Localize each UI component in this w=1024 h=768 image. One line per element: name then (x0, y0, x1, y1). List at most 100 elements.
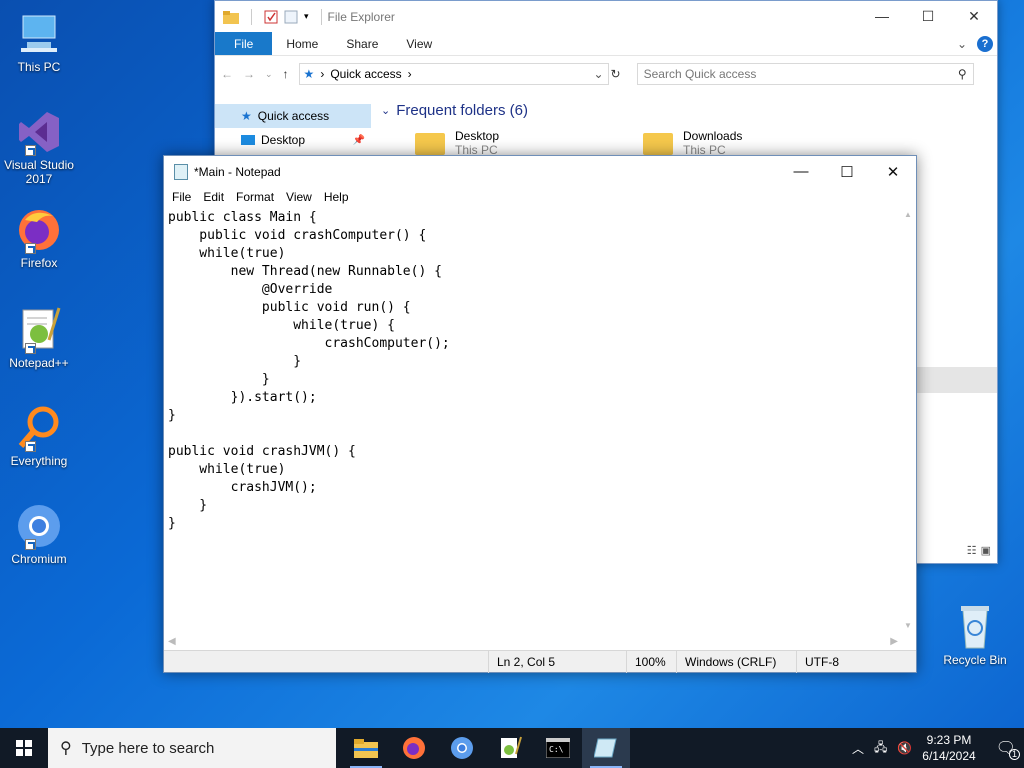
desktop-icon-this-pc[interactable]: This PC (4, 10, 74, 74)
properties-icon[interactable] (264, 10, 278, 24)
menu-help[interactable]: Help (318, 190, 355, 204)
horizontal-scrollbar[interactable]: ◀ ▶ (164, 634, 902, 650)
help-icon[interactable]: ? (977, 35, 993, 52)
back-arrow-icon[interactable]: ← (221, 67, 233, 81)
star-icon: ★ (303, 67, 315, 81)
search-icon: ⚲ (957, 67, 967, 81)
menu-edit[interactable]: Edit (197, 190, 230, 204)
address-bar[interactable]: ★ › Quick access › ⌄ (298, 63, 609, 85)
desktop-icon-label: Firefox (20, 256, 58, 270)
desktop-icon-notepad-plus-plus[interactable]: Notepad++ (4, 306, 74, 370)
taskbar-notepad[interactable] (582, 728, 630, 768)
explorer-title-bar[interactable]: ▾ File Explorer — ☐ ✕ (215, 1, 997, 32)
taskbar-notepad-plus-plus[interactable] (486, 728, 534, 768)
minimize-button[interactable]: — (859, 1, 905, 31)
desktop-icon-firefox[interactable]: Firefox (4, 206, 74, 270)
large-icons-view-icon[interactable]: ▣ (981, 544, 991, 557)
address-row: ← → ⌄ ↑ ★ › Quick access › ⌄ ↻ Search Qu… (215, 56, 997, 92)
firefox-icon (15, 206, 63, 254)
up-arrow-icon[interactable]: ↑ (283, 67, 289, 81)
desktop-icon-recycle-bin[interactable]: Recycle Bin (940, 602, 1010, 667)
folder-name: Desktop (455, 129, 500, 143)
folder-icon (415, 133, 445, 155)
start-button[interactable] (0, 728, 48, 768)
chevron-down-icon: ⌄ (381, 104, 391, 117)
scroll-down-icon[interactable]: ▼ (900, 618, 916, 634)
network-icon[interactable]: 🖧 (874, 738, 887, 759)
taskbar-firefox[interactable] (390, 728, 438, 768)
folder-icon (223, 10, 239, 24)
desktop-icon-label: Notepad++ (9, 356, 69, 370)
quick-access-toolbar: ▾ (223, 8, 328, 25)
terminal-icon: C:\ (546, 738, 570, 758)
desktop-icon-chromium[interactable]: Chromium (4, 502, 74, 566)
chromium-icon (451, 737, 473, 759)
nav-item-desktop[interactable]: Desktop 📌 (215, 128, 371, 152)
scroll-right-icon[interactable]: ▶ (890, 634, 898, 650)
desktop-folder-icon (241, 135, 255, 145)
search-icon: ⚲ (60, 740, 72, 757)
notepad-window[interactable]: *Main - Notepad — ☐ ✕ File Edit Format V… (163, 155, 917, 673)
selected-row-highlight (915, 367, 997, 393)
details-view-icon[interactable]: ☷ (967, 544, 977, 557)
clock[interactable]: 9:23 PM 6/14/2024 (922, 732, 975, 764)
minimize-button[interactable]: — (778, 156, 824, 187)
notepad-plus-plus-icon (15, 306, 63, 354)
folder-tile-desktop[interactable]: Desktop This PC (415, 129, 643, 157)
volume-muted-icon[interactable]: 🔇 (897, 741, 912, 755)
taskbar-command-prompt[interactable]: C:\ (534, 728, 582, 768)
customize-toolbar-chevron-icon[interactable]: ▾ (304, 11, 309, 22)
close-button[interactable]: ✕ (870, 156, 916, 187)
notification-center-icon[interactable]: 🗨 1 (996, 738, 1020, 760)
tab-view[interactable]: View (392, 32, 446, 55)
notepad-icon (174, 163, 188, 180)
system-tray: ︿ 🖧 🔇 9:23 PM 6/14/2024 🗨 1 (852, 732, 1024, 764)
notepad-title-bar[interactable]: *Main - Notepad — ☐ ✕ (164, 156, 916, 187)
notepad-title: *Main - Notepad (194, 164, 281, 179)
expand-ribbon-chevron-icon[interactable]: ⌄ (957, 37, 967, 51)
taskbar-file-explorer[interactable] (342, 728, 390, 768)
scroll-left-icon[interactable]: ◀ (168, 634, 176, 650)
star-icon: ★ (241, 109, 252, 123)
forward-arrow-icon[interactable]: → (243, 67, 255, 81)
menu-format[interactable]: Format (230, 190, 280, 204)
vertical-scrollbar[interactable]: ▲ ▼ (900, 207, 916, 634)
frequent-folders-header[interactable]: ⌄ Frequent folders (6) (375, 97, 997, 123)
search-input[interactable]: Search Quick access ⚲ (636, 63, 974, 85)
desktop-icon-label: Visual Studio 2017 (4, 158, 74, 186)
recent-locations-chevron-icon[interactable]: ⌄ (265, 69, 273, 80)
close-button[interactable]: ✕ (951, 1, 997, 31)
menu-file[interactable]: File (166, 190, 197, 204)
line-endings: Windows (CRLF) (676, 651, 796, 673)
encoding: UTF-8 (796, 651, 916, 673)
show-hidden-icons-chevron-icon[interactable]: ︿ (852, 740, 864, 757)
folder-tile-downloads[interactable]: Downloads This PC (643, 129, 871, 157)
nav-item-label: Quick access (257, 109, 330, 123)
notepad-plus-plus-icon (501, 736, 522, 758)
frequent-folders-label: Frequent folders (6) (396, 101, 528, 119)
desktop-icon-label: This PC (17, 60, 61, 74)
desktop-icon-everything[interactable]: Everything (4, 404, 74, 468)
taskbar-search-box[interactable]: ⚲ Type here to search (48, 728, 336, 768)
address-dropdown-icon[interactable]: ⌄ (593, 67, 603, 81)
notepad-icon (594, 738, 617, 758)
windows-logo-icon (16, 740, 32, 756)
refresh-icon[interactable]: ↻ (611, 67, 621, 81)
view-toggle: ☷ ▣ (967, 544, 991, 557)
desktop-icon-visual-studio[interactable]: Visual Studio 2017 (4, 108, 74, 186)
tab-share[interactable]: Share (332, 32, 392, 55)
tab-file[interactable]: File (215, 32, 273, 55)
text-editor[interactable]: public class Main { public void crashCom… (164, 207, 902, 634)
desktop-icon-label: Recycle Bin (943, 653, 1007, 667)
breadcrumb-quick-access[interactable]: Quick access (330, 67, 401, 81)
taskbar-chromium[interactable] (438, 728, 486, 768)
nav-item-quick-access[interactable]: ★ Quick access (215, 104, 371, 128)
svg-text:C:\: C:\ (549, 745, 564, 754)
tab-home[interactable]: Home (272, 32, 332, 55)
maximize-button[interactable]: ☐ (905, 1, 951, 31)
new-folder-icon[interactable] (284, 10, 298, 24)
nav-item-label: Desktop (261, 133, 306, 147)
maximize-button[interactable]: ☐ (824, 156, 870, 187)
scroll-up-icon[interactable]: ▲ (900, 207, 916, 223)
menu-view[interactable]: View (280, 190, 318, 204)
